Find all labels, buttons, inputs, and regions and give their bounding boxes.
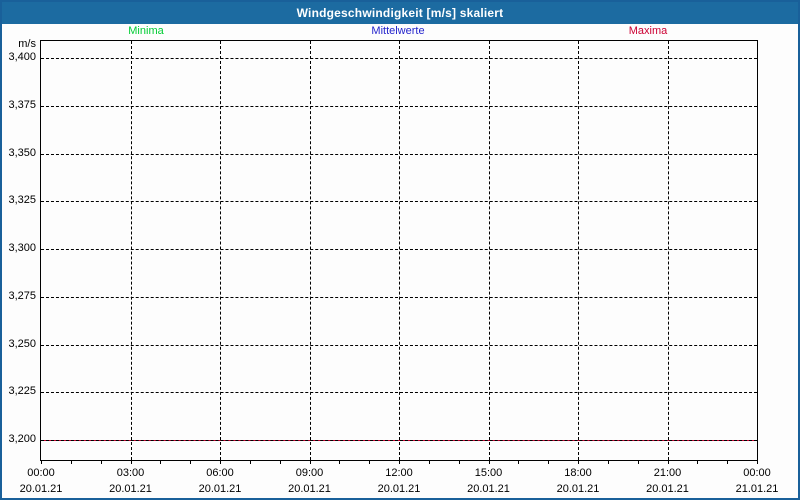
x-minor-tick [339,460,340,464]
y-tick-label: 3,375 [2,99,36,111]
x-minor-tick [548,460,549,464]
y-tick-label: 3,225 [2,385,36,397]
y-tick-label: 3,350 [2,147,36,159]
chart-window: Windgeschwindigkeit [m/s] skaliert Minim… [0,0,800,500]
x-minor-tick [697,460,698,464]
x-minor-tick [101,460,102,464]
x-tick-time: 21:00 [654,467,682,479]
x-minor-tick [190,460,191,464]
x-tick-date: 20.01.21 [646,483,689,495]
x-minor-tick [727,460,728,464]
v-gridline [578,41,579,460]
x-minor-tick [369,460,370,464]
v-gridline [668,41,669,460]
x-tick-date: 20.01.21 [378,483,421,495]
y-tick-label: 3,200 [2,433,36,445]
x-minor-tick [310,460,311,464]
x-minor-tick [757,460,758,464]
chart-title: Windgeschwindigkeit [m/s] skaliert [2,2,798,24]
x-minor-tick [489,460,490,464]
x-minor-tick [41,460,42,464]
x-minor-tick [71,460,72,464]
x-tick-date: 20.01.21 [20,483,63,495]
legend-item-mittelwerte: Mittelwerte [371,25,424,37]
x-minor-tick [518,460,519,464]
x-tick-time: 00:00 [27,467,55,479]
v-gridline [131,41,132,460]
x-minor-tick [399,460,400,464]
x-tick-date: 20.01.21 [109,483,152,495]
legend-item-maxima: Maxima [629,25,668,37]
y-tick-label: 3,275 [2,290,36,302]
v-gridline [399,41,400,460]
y-tick-label: 3,250 [2,338,36,350]
legend-item-minima: Minima [128,25,163,37]
y-axis-unit-label: m/s [2,38,36,50]
x-tick-time: 03:00 [117,467,145,479]
x-minor-tick [280,460,281,464]
x-tick-date: 21.01.21 [736,483,779,495]
x-tick-time: 06:00 [206,467,234,479]
x-tick-date: 20.01.21 [467,483,510,495]
x-tick-time: 09:00 [296,467,324,479]
x-tick-date: 20.01.21 [557,483,600,495]
legend-label-maxima: Maxima [629,25,668,37]
legend-label-mittelwerte: Mittelwerte [371,25,424,37]
x-tick-time: 15:00 [475,467,503,479]
legend-label-minima: Minima [128,25,163,37]
x-minor-tick [459,460,460,464]
x-tick-date: 20.01.21 [288,483,331,495]
y-tick-label: 3,400 [2,51,36,63]
x-minor-tick [220,460,221,464]
x-minor-tick [250,460,251,464]
plot-area [40,40,758,461]
x-tick-time: 00:00 [743,467,771,479]
x-minor-tick [131,460,132,464]
x-minor-tick [429,460,430,464]
v-gridline [489,41,490,460]
x-tick-time: 12:00 [385,467,413,479]
x-minor-tick [668,460,669,464]
y-tick-label: 3,325 [2,194,36,206]
x-tick-time: 18:00 [564,467,592,479]
x-minor-tick [578,460,579,464]
x-minor-tick [638,460,639,464]
x-tick-date: 20.01.21 [199,483,242,495]
v-gridline [310,41,311,460]
v-gridline [220,41,221,460]
x-minor-tick [608,460,609,464]
x-minor-tick [160,460,161,464]
y-tick-label: 3,300 [2,242,36,254]
